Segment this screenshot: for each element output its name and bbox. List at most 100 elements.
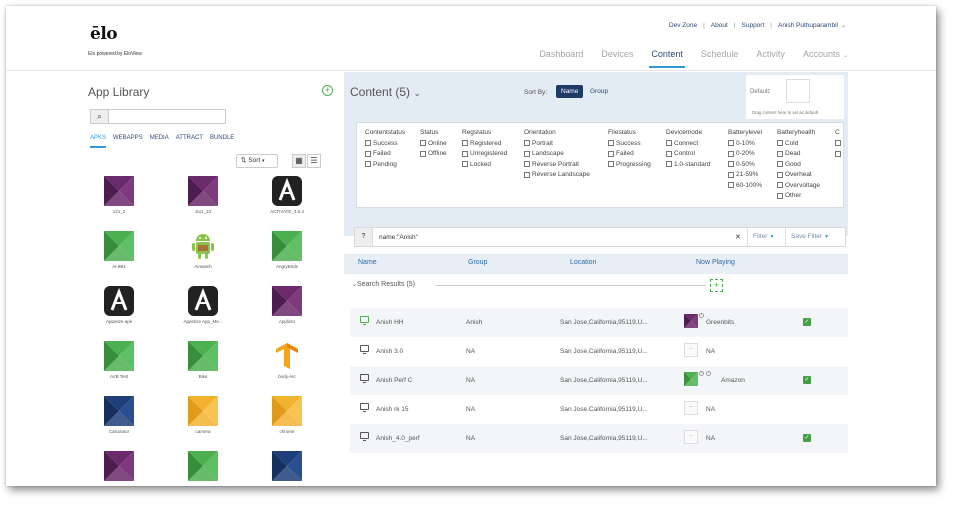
- sort-by-name-button[interactable]: Name: [556, 85, 584, 98]
- default-slot[interactable]: [786, 79, 810, 103]
- checkbox[interactable]: [524, 140, 530, 147]
- checkbox[interactable]: [728, 182, 734, 189]
- filter-option[interactable]: 0-10%: [728, 138, 762, 149]
- app-tile[interactable]: [94, 451, 144, 484]
- filter-option[interactable]: Reverse Portrait: [524, 159, 590, 170]
- filter-option[interactable]: Success: [608, 138, 651, 149]
- filter-option[interactable]: Failed: [365, 149, 405, 160]
- filter-option[interactable]: Offline: [420, 149, 447, 160]
- elo-logo[interactable]: ēlo: [90, 24, 118, 44]
- checkbox[interactable]: [666, 140, 672, 147]
- checkbox[interactable]: [728, 171, 734, 178]
- warning-icon[interactable]: !: [706, 371, 711, 376]
- status-check-icon[interactable]: ✓: [803, 318, 811, 326]
- app-tile[interactable]: chrome: [262, 396, 312, 434]
- filter-option[interactable]: Unregistered: [462, 149, 507, 160]
- cell-name[interactable]: Anish 3.0: [376, 348, 403, 355]
- add-app-icon[interactable]: +: [322, 85, 333, 96]
- checkbox[interactable]: [835, 150, 841, 157]
- app-tile[interactable]: AVB Test: [94, 341, 144, 379]
- filter-option[interactable]: Connect: [666, 138, 711, 149]
- grid-view-icon[interactable]: ▦: [292, 154, 306, 168]
- app-tile[interactable]: [262, 451, 312, 484]
- search-query[interactable]: name:"Anish": [379, 234, 418, 241]
- app-tile[interactable]: AI-8B1: [94, 231, 144, 269]
- filter-option[interactable]: Progressing: [608, 159, 651, 170]
- info-icon[interactable]: i: [699, 313, 704, 318]
- checkbox[interactable]: [728, 150, 734, 157]
- checkbox[interactable]: [777, 140, 783, 147]
- checkbox[interactable]: [608, 161, 614, 168]
- about-link[interactable]: About: [711, 22, 728, 29]
- list-view-icon[interactable]: ☰: [307, 154, 321, 168]
- checkbox[interactable]: [365, 150, 371, 157]
- search-icon[interactable]: ⌕: [91, 110, 109, 123]
- app-tile[interactable]: Applizer: [262, 286, 312, 324]
- table-row[interactable]: Anish HH Anish San Jose,California,95119,U…: [350, 308, 848, 337]
- filter-option[interactable]: 1.0-standard: [666, 159, 711, 170]
- app-tile[interactable]: body-rec: [262, 341, 312, 379]
- library-search-input[interactable]: [111, 111, 223, 122]
- cell-name[interactable]: Anish Perf C: [376, 377, 413, 384]
- nav-devices[interactable]: Devices: [601, 49, 633, 68]
- now-playing-thumbnail[interactable]: i!: [684, 371, 711, 386]
- save-filter-button[interactable]: Save Filter ▼: [785, 228, 846, 246]
- nav-accounts[interactable]: Accounts ⌄: [803, 49, 848, 68]
- checkbox[interactable]: [462, 161, 468, 168]
- app-tile[interactable]: AngryBirds: [262, 231, 312, 269]
- sort-button[interactable]: ⇅ Sort ▾: [236, 154, 278, 168]
- tab-attract[interactable]: ATTRACT: [176, 135, 203, 148]
- col-location[interactable]: Location: [570, 259, 596, 266]
- add-content-icon[interactable]: +: [710, 279, 723, 292]
- checkbox[interactable]: [462, 140, 468, 147]
- filter-option[interactable]: Dead: [777, 149, 820, 160]
- col-group[interactable]: Group: [468, 259, 487, 266]
- now-playing-thumbnail[interactable]: i: [684, 313, 704, 328]
- filter-option[interactable]: Success: [365, 138, 405, 149]
- checkbox[interactable]: [462, 150, 468, 157]
- col-name[interactable]: Name: [358, 259, 377, 266]
- col-now-playing[interactable]: Now Playing: [696, 259, 735, 266]
- checkbox[interactable]: [420, 150, 426, 157]
- app-tile[interactable]: Calculator: [94, 396, 144, 434]
- status-check-icon[interactable]: ✓: [803, 434, 811, 442]
- now-playing-thumbnail[interactable]: [684, 430, 698, 444]
- filter-option[interactable]: 60-100%: [728, 180, 762, 191]
- app-tile[interactable]: 1to1_23: [178, 176, 228, 214]
- filter-option[interactable]: 21-59%: [728, 170, 762, 181]
- table-row[interactable]: Anish Perf C NA San Jose,California,95119,…: [350, 366, 848, 395]
- filter-option[interactable]: 0-20%: [728, 149, 762, 160]
- search-results-group[interactable]: ⌄Search Results (5) +: [344, 274, 848, 298]
- checkbox[interactable]: [666, 161, 672, 168]
- checkbox[interactable]: [777, 161, 783, 168]
- cell-name[interactable]: Anish rk 15: [376, 406, 409, 413]
- app-tile[interactable]: Appetize apk: [94, 286, 144, 324]
- now-playing-thumbnail[interactable]: [684, 343, 698, 357]
- checkbox[interactable]: [777, 150, 783, 157]
- tab-apks[interactable]: APKS: [90, 135, 107, 148]
- checkbox[interactable]: [777, 192, 783, 199]
- filter-option[interactable]: Overvoltage: [777, 180, 820, 191]
- nav-schedule[interactable]: Schedule: [701, 49, 739, 68]
- user-menu[interactable]: Anish Puthuparambil: [778, 22, 838, 29]
- checkbox[interactable]: [365, 140, 371, 147]
- nav-dashboard[interactable]: Dashboard: [539, 49, 583, 68]
- app-tile[interactable]: Appetize App_Me...: [178, 286, 228, 324]
- checkbox[interactable]: [420, 140, 426, 147]
- checkbox[interactable]: [835, 140, 841, 147]
- filter-option[interactable]: Good: [777, 159, 820, 170]
- app-tile[interactable]: Airwatch: [178, 231, 228, 269]
- app-tile[interactable]: camera: [178, 396, 228, 434]
- dev-zone-link[interactable]: Dev Zone: [669, 22, 697, 29]
- filter-option[interactable]: Locked: [462, 159, 507, 170]
- filter-option[interactable]: Failed: [608, 149, 651, 160]
- close-icon[interactable]: ✕: [735, 233, 741, 241]
- checkbox[interactable]: [728, 161, 734, 168]
- app-tile[interactable]: 121_2: [94, 176, 144, 214]
- filter-option[interactable]: Control: [666, 149, 711, 160]
- table-row[interactable]: Anish 3.0 NA San Jose,California,95119,U..…: [350, 337, 848, 366]
- help-icon[interactable]: ?: [355, 228, 373, 246]
- filter-option[interactable]: [835, 138, 843, 149]
- checkbox[interactable]: [777, 182, 783, 189]
- checkbox[interactable]: [608, 140, 614, 147]
